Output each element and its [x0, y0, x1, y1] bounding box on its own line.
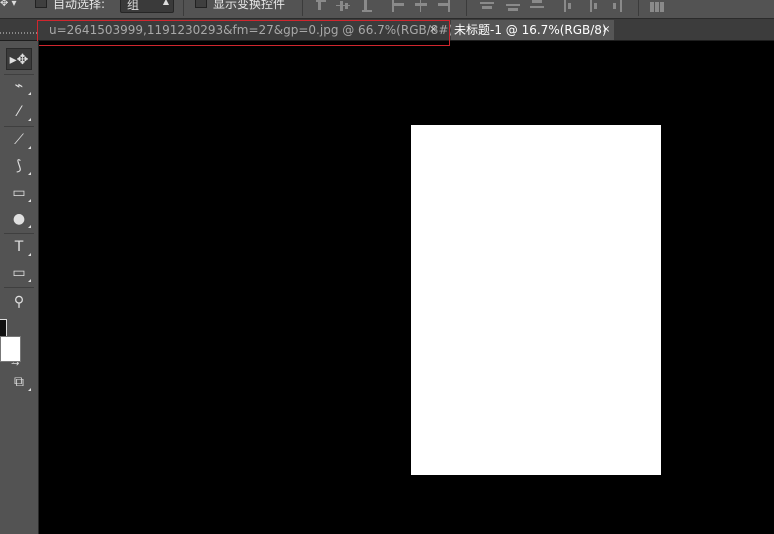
history-brush-icon: ⟆ — [16, 158, 22, 174]
divider — [302, 0, 303, 16]
screen-mode-icon: ⧉ — [14, 374, 24, 390]
distribute-left-icon[interactable] — [562, 0, 576, 12]
history-brush-tool[interactable]: ⟆ — [6, 155, 32, 177]
rectangle-icon: ▭ — [12, 265, 26, 281]
eyedropper-icon: ⁄ — [17, 104, 21, 120]
divider — [4, 126, 34, 127]
show-transform-checkbox[interactable] — [195, 0, 207, 8]
divider — [466, 0, 467, 16]
distribute-right-icon[interactable] — [610, 0, 624, 12]
align-left-icon[interactable] — [392, 0, 406, 12]
auto-select-value: 组 — [127, 0, 140, 12]
zoom-icon: ⚲ — [13, 294, 25, 310]
gradient-icon: ▭ — [12, 185, 26, 201]
background-color-swatch[interactable] — [0, 336, 21, 362]
align-hcenter-icon[interactable] — [414, 0, 428, 12]
show-transform-label: 显示变换控件 — [213, 0, 286, 11]
divider — [4, 233, 34, 234]
distribute-vcenter-icon[interactable] — [506, 0, 520, 12]
distribute-hcenter-icon[interactable] — [586, 0, 600, 12]
auto-align-layers-icon[interactable] — [650, 0, 664, 12]
align-right-icon[interactable] — [436, 0, 450, 12]
chevron-updown-icon: ▲ — [162, 0, 169, 6]
zoom-tool[interactable]: ⚲ — [6, 291, 32, 313]
document-canvas[interactable] — [411, 125, 661, 475]
quick-select-tool[interactable]: ⌁ — [6, 75, 32, 97]
tools-panel: ▸✥ ⌁ ⁄ ⟋ ⟆ ▭ ● T ▭ ⚲ ⇆ ⧉ — [0, 41, 39, 534]
align-top-icon[interactable] — [314, 0, 328, 12]
tab-untitled-1[interactable]: 未标题-1 @ 16.7%(RGB/8) × — [451, 20, 614, 40]
panel-grip[interactable] — [0, 32, 38, 34]
move-icon: ▸✥ — [9, 52, 29, 68]
divider — [4, 287, 34, 288]
brush-tool[interactable]: ⟋ — [6, 129, 32, 151]
document-tab-bar: u=2641503999,1191230293&fm=27&gp=0.jpg @… — [0, 19, 774, 41]
rectangle-tool[interactable]: ▭ — [6, 262, 32, 284]
align-bottom-icon[interactable] — [360, 0, 374, 12]
distribute-top-icon[interactable] — [480, 0, 494, 12]
dodge-icon: ● — [12, 211, 26, 227]
move-tool[interactable]: ▸✥ — [6, 48, 32, 70]
auto-select-checkbox[interactable] — [35, 0, 47, 8]
dodge-tool[interactable]: ● — [6, 208, 32, 230]
tab-label: 未标题-1 @ 16.7%(RGB/8) — [454, 23, 607, 37]
auto-select-dropdown[interactable]: 组 ▲ — [120, 0, 174, 13]
distribute-bottom-icon[interactable] — [530, 0, 544, 12]
tool-preset-icon[interactable]: ✥ ▾ — [0, 0, 17, 9]
close-icon[interactable]: × — [429, 20, 437, 40]
tab-jpg-document[interactable]: u=2641503999,1191230293&fm=27&gp=0.jpg @… — [39, 20, 463, 40]
gradient-tool[interactable]: ▭ — [6, 182, 32, 204]
tab-label: u=2641503999,1191230293&fm=27&gp=0.jpg @… — [49, 23, 463, 37]
auto-select-label: 自动选择: — [53, 0, 106, 11]
eyedropper-tool[interactable]: ⁄ — [6, 101, 32, 123]
quick-select-icon: ⌁ — [14, 78, 24, 94]
type-icon: T — [14, 239, 24, 255]
options-bar: ✥ ▾ 自动选择: 组 ▲ 显示变换控件 — [0, 0, 774, 19]
screen-mode-tool[interactable]: ⧉ — [6, 371, 32, 393]
divider — [183, 0, 184, 16]
align-vcenter-icon[interactable] — [336, 0, 350, 12]
close-icon[interactable]: × — [602, 20, 610, 40]
brush-icon: ⟋ — [14, 132, 24, 148]
divider — [638, 0, 639, 16]
type-tool[interactable]: T — [6, 236, 32, 258]
